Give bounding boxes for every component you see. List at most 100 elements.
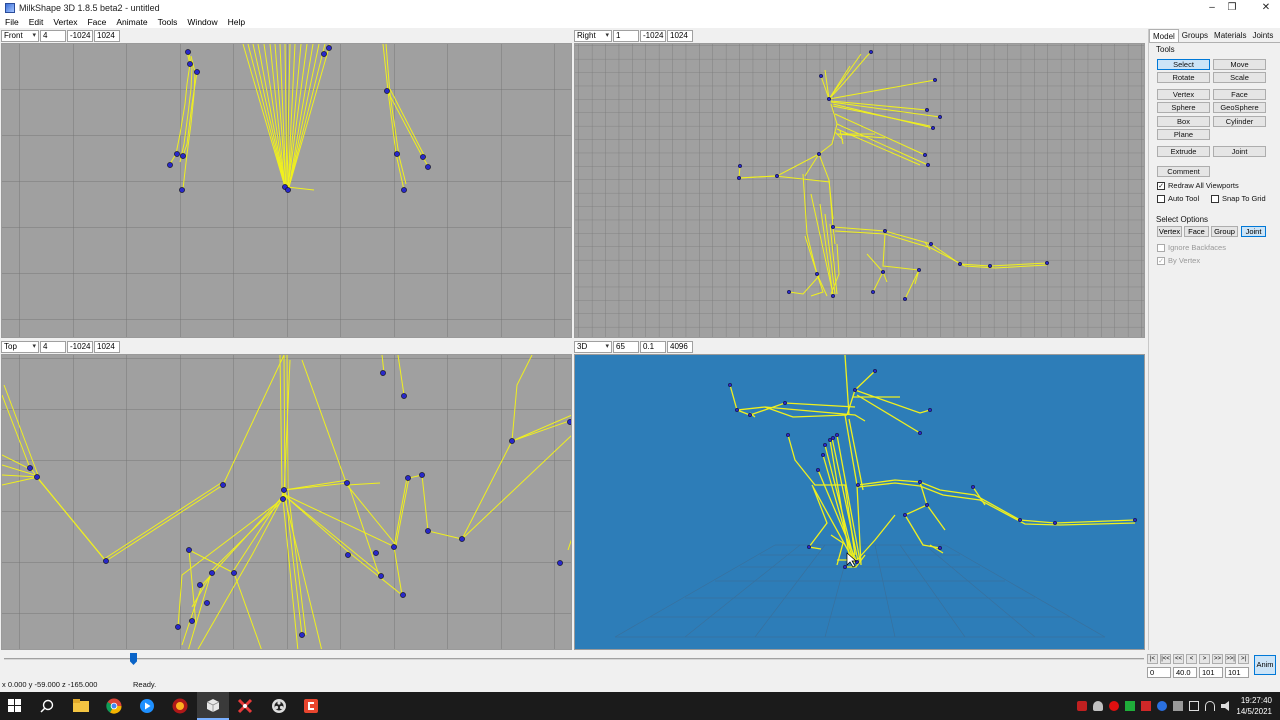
menu-tools[interactable]: Tools: [153, 17, 183, 27]
red-app-icon[interactable]: [302, 697, 320, 715]
rewind-button[interactable]: <<: [1173, 654, 1184, 664]
tab-materials[interactable]: Materials: [1211, 29, 1249, 42]
tray-green-icon[interactable]: [1125, 701, 1135, 711]
plane-tool-button[interactable]: Plane: [1157, 129, 1210, 140]
tray-red-icon[interactable]: [1141, 701, 1151, 711]
menu-edit[interactable]: Edit: [24, 17, 49, 27]
search-icon[interactable]: [38, 697, 56, 715]
forward-button[interactable]: >>: [1212, 654, 1223, 664]
front-zoom-field[interactable]: 4: [40, 30, 66, 42]
windows-start-icon[interactable]: [6, 697, 24, 715]
right-view-select[interactable]: Right ▾: [574, 30, 612, 42]
total-frames-field[interactable]: 101: [1225, 667, 1249, 678]
tray-blue-icon[interactable]: [1157, 701, 1167, 711]
rotate-tool-button[interactable]: Rotate: [1157, 72, 1210, 83]
comment-tool-button[interactable]: Comment: [1157, 166, 1210, 177]
geosphere-tool-button[interactable]: GeoSphere: [1213, 102, 1266, 113]
extrude-tool-button[interactable]: Extrude: [1157, 146, 1210, 157]
select-tool-button[interactable]: Select: [1157, 59, 1210, 70]
microphone-icon[interactable]: [1093, 701, 1103, 711]
front-view-select[interactable]: Front ▾: [1, 30, 39, 42]
box-tool-button[interactable]: Box: [1157, 116, 1210, 127]
current-frame-field[interactable]: 101: [1199, 667, 1223, 678]
vertex-tool-button[interactable]: Vertex: [1157, 89, 1210, 100]
tab-groups[interactable]: Groups: [1179, 29, 1211, 42]
ignore-backfaces-checkbox[interactable]: Ignore Backfaces: [1157, 243, 1226, 252]
tab-joints[interactable]: Joints: [1249, 29, 1276, 42]
perspective-viewport-canvas[interactable]: [575, 355, 1145, 650]
sphere-tool-button[interactable]: Sphere: [1157, 102, 1210, 113]
tools-app-icon[interactable]: [236, 697, 254, 715]
volume-icon[interactable]: [1221, 701, 1229, 711]
persp-view-select[interactable]: 3D ▾: [574, 341, 612, 353]
scale-tool-button[interactable]: Scale: [1213, 72, 1266, 83]
record-icon[interactable]: [1109, 701, 1119, 711]
top-viewport[interactable]: [1, 354, 572, 650]
right-min-field[interactable]: -1024: [640, 30, 666, 42]
top-zoom-field[interactable]: 4: [40, 341, 66, 353]
menu-animate[interactable]: Animate: [111, 17, 152, 27]
perspective-viewport[interactable]: [574, 354, 1145, 650]
front-viewport[interactable]: [1, 43, 572, 338]
wifi-icon[interactable]: [1205, 701, 1215, 711]
next-key-button[interactable]: >>|: [1225, 654, 1236, 664]
persp-far-field[interactable]: 4096: [667, 341, 693, 353]
next-frame-button[interactable]: >: [1199, 654, 1210, 664]
obs-icon[interactable]: [270, 697, 288, 715]
chrome-icon[interactable]: [105, 697, 123, 715]
first-frame-button[interactable]: |<: [1147, 654, 1158, 664]
select-face-button[interactable]: Face: [1184, 226, 1209, 237]
front-max-field[interactable]: 1024: [94, 30, 120, 42]
system-clock[interactable]: 19:27:40 14/5/2021: [1236, 695, 1272, 717]
top-view-select[interactable]: Top ▾: [1, 341, 39, 353]
tray-gray-icon[interactable]: [1173, 701, 1183, 711]
snap-grid-checkbox[interactable]: Snap To Grid: [1211, 194, 1266, 203]
checkmark-icon: ✓: [1157, 256, 1165, 265]
file-explorer-icon[interactable]: [72, 697, 90, 715]
tab-model[interactable]: Model: [1149, 29, 1179, 42]
menu-face[interactable]: Face: [82, 17, 111, 27]
top-viewport-canvas[interactable]: [2, 355, 572, 650]
top-min-field[interactable]: -1024: [67, 341, 93, 353]
persp-fov-field[interactable]: 65: [613, 341, 639, 353]
tray-app-icon[interactable]: [1077, 701, 1087, 711]
right-viewport[interactable]: [574, 43, 1145, 338]
game-app-icon[interactable]: [171, 697, 189, 715]
front-min-field[interactable]: -1024: [67, 30, 93, 42]
milkshape-taskbar-icon[interactable]: [197, 692, 229, 720]
menu-file[interactable]: File: [0, 17, 24, 27]
last-frame-button[interactable]: >|: [1238, 654, 1249, 664]
top-max-field[interactable]: 1024: [94, 341, 120, 353]
select-group-button[interactable]: Group: [1211, 226, 1238, 237]
timeline-track[interactable]: [4, 658, 1144, 660]
face-tool-button[interactable]: Face: [1213, 89, 1266, 100]
right-viewport-canvas[interactable]: [575, 44, 1145, 338]
menu-vertex[interactable]: Vertex: [48, 17, 82, 27]
anim-mode-button[interactable]: Anim: [1254, 655, 1276, 675]
close-button[interactable]: ✕: [1246, 0, 1280, 15]
select-joint-button[interactable]: Joint: [1241, 226, 1266, 237]
fps-field[interactable]: 40.0: [1173, 667, 1197, 678]
animation-timeline[interactable]: [0, 651, 1146, 667]
start-frame-field[interactable]: 0: [1147, 667, 1171, 678]
menu-window[interactable]: Window: [182, 17, 222, 27]
prev-key-button[interactable]: |<<: [1160, 654, 1171, 664]
menu-help[interactable]: Help: [223, 17, 250, 27]
right-zoom-field[interactable]: 1: [613, 30, 639, 42]
by-vertex-checkbox[interactable]: ✓ By Vertex: [1157, 256, 1200, 265]
prev-frame-button[interactable]: <: [1186, 654, 1197, 664]
media-player-icon[interactable]: [138, 697, 156, 715]
select-vertex-button[interactable]: Vertex: [1157, 226, 1182, 237]
tools-label: Tools: [1156, 45, 1175, 54]
persp-near-field[interactable]: 0.1: [640, 341, 666, 353]
move-tool-button[interactable]: Move: [1213, 59, 1266, 70]
cylinder-tool-button[interactable]: Cylinder: [1213, 116, 1266, 127]
battery-icon[interactable]: [1189, 701, 1199, 711]
front-viewport-canvas[interactable]: [2, 44, 572, 338]
redraw-all-checkbox[interactable]: ✓ Redraw All Viewports: [1157, 181, 1239, 190]
joint-tool-button[interactable]: Joint: [1213, 146, 1266, 157]
timeline-slider-thumb[interactable]: [130, 653, 137, 665]
right-max-field[interactable]: 1024: [667, 30, 693, 42]
cursor-coordinates: x 0.000 y -59.000 z -165.000: [2, 680, 98, 689]
auto-tool-checkbox[interactable]: Auto Tool: [1157, 194, 1199, 203]
